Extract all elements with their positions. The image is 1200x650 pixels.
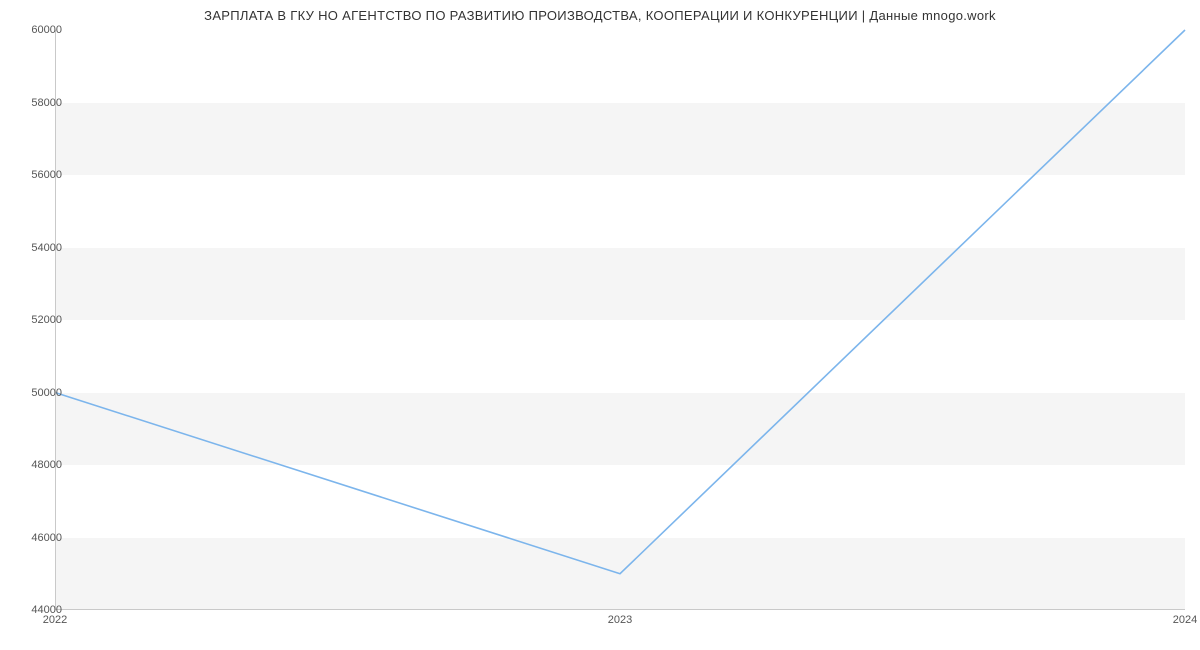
ytick-label: 54000 xyxy=(10,242,62,254)
plot-area xyxy=(55,30,1185,610)
xtick-label: 2022 xyxy=(43,614,67,626)
chart-title: ЗАРПЛАТА В ГКУ НО АГЕНТСТВО ПО РАЗВИТИЮ … xyxy=(204,8,996,23)
series-line xyxy=(55,30,1185,574)
ytick-label: 60000 xyxy=(10,24,62,36)
ytick-label: 50000 xyxy=(10,387,62,399)
ytick-label: 56000 xyxy=(10,169,62,181)
ytick-label: 58000 xyxy=(10,97,62,109)
ytick-label: 52000 xyxy=(10,314,62,326)
ytick-label: 46000 xyxy=(10,532,62,544)
chart-svg xyxy=(55,30,1185,610)
x-axis-line xyxy=(55,609,1185,610)
xtick-label: 2023 xyxy=(608,614,632,626)
ytick-label: 48000 xyxy=(10,459,62,471)
xtick-label: 2024 xyxy=(1173,614,1197,626)
